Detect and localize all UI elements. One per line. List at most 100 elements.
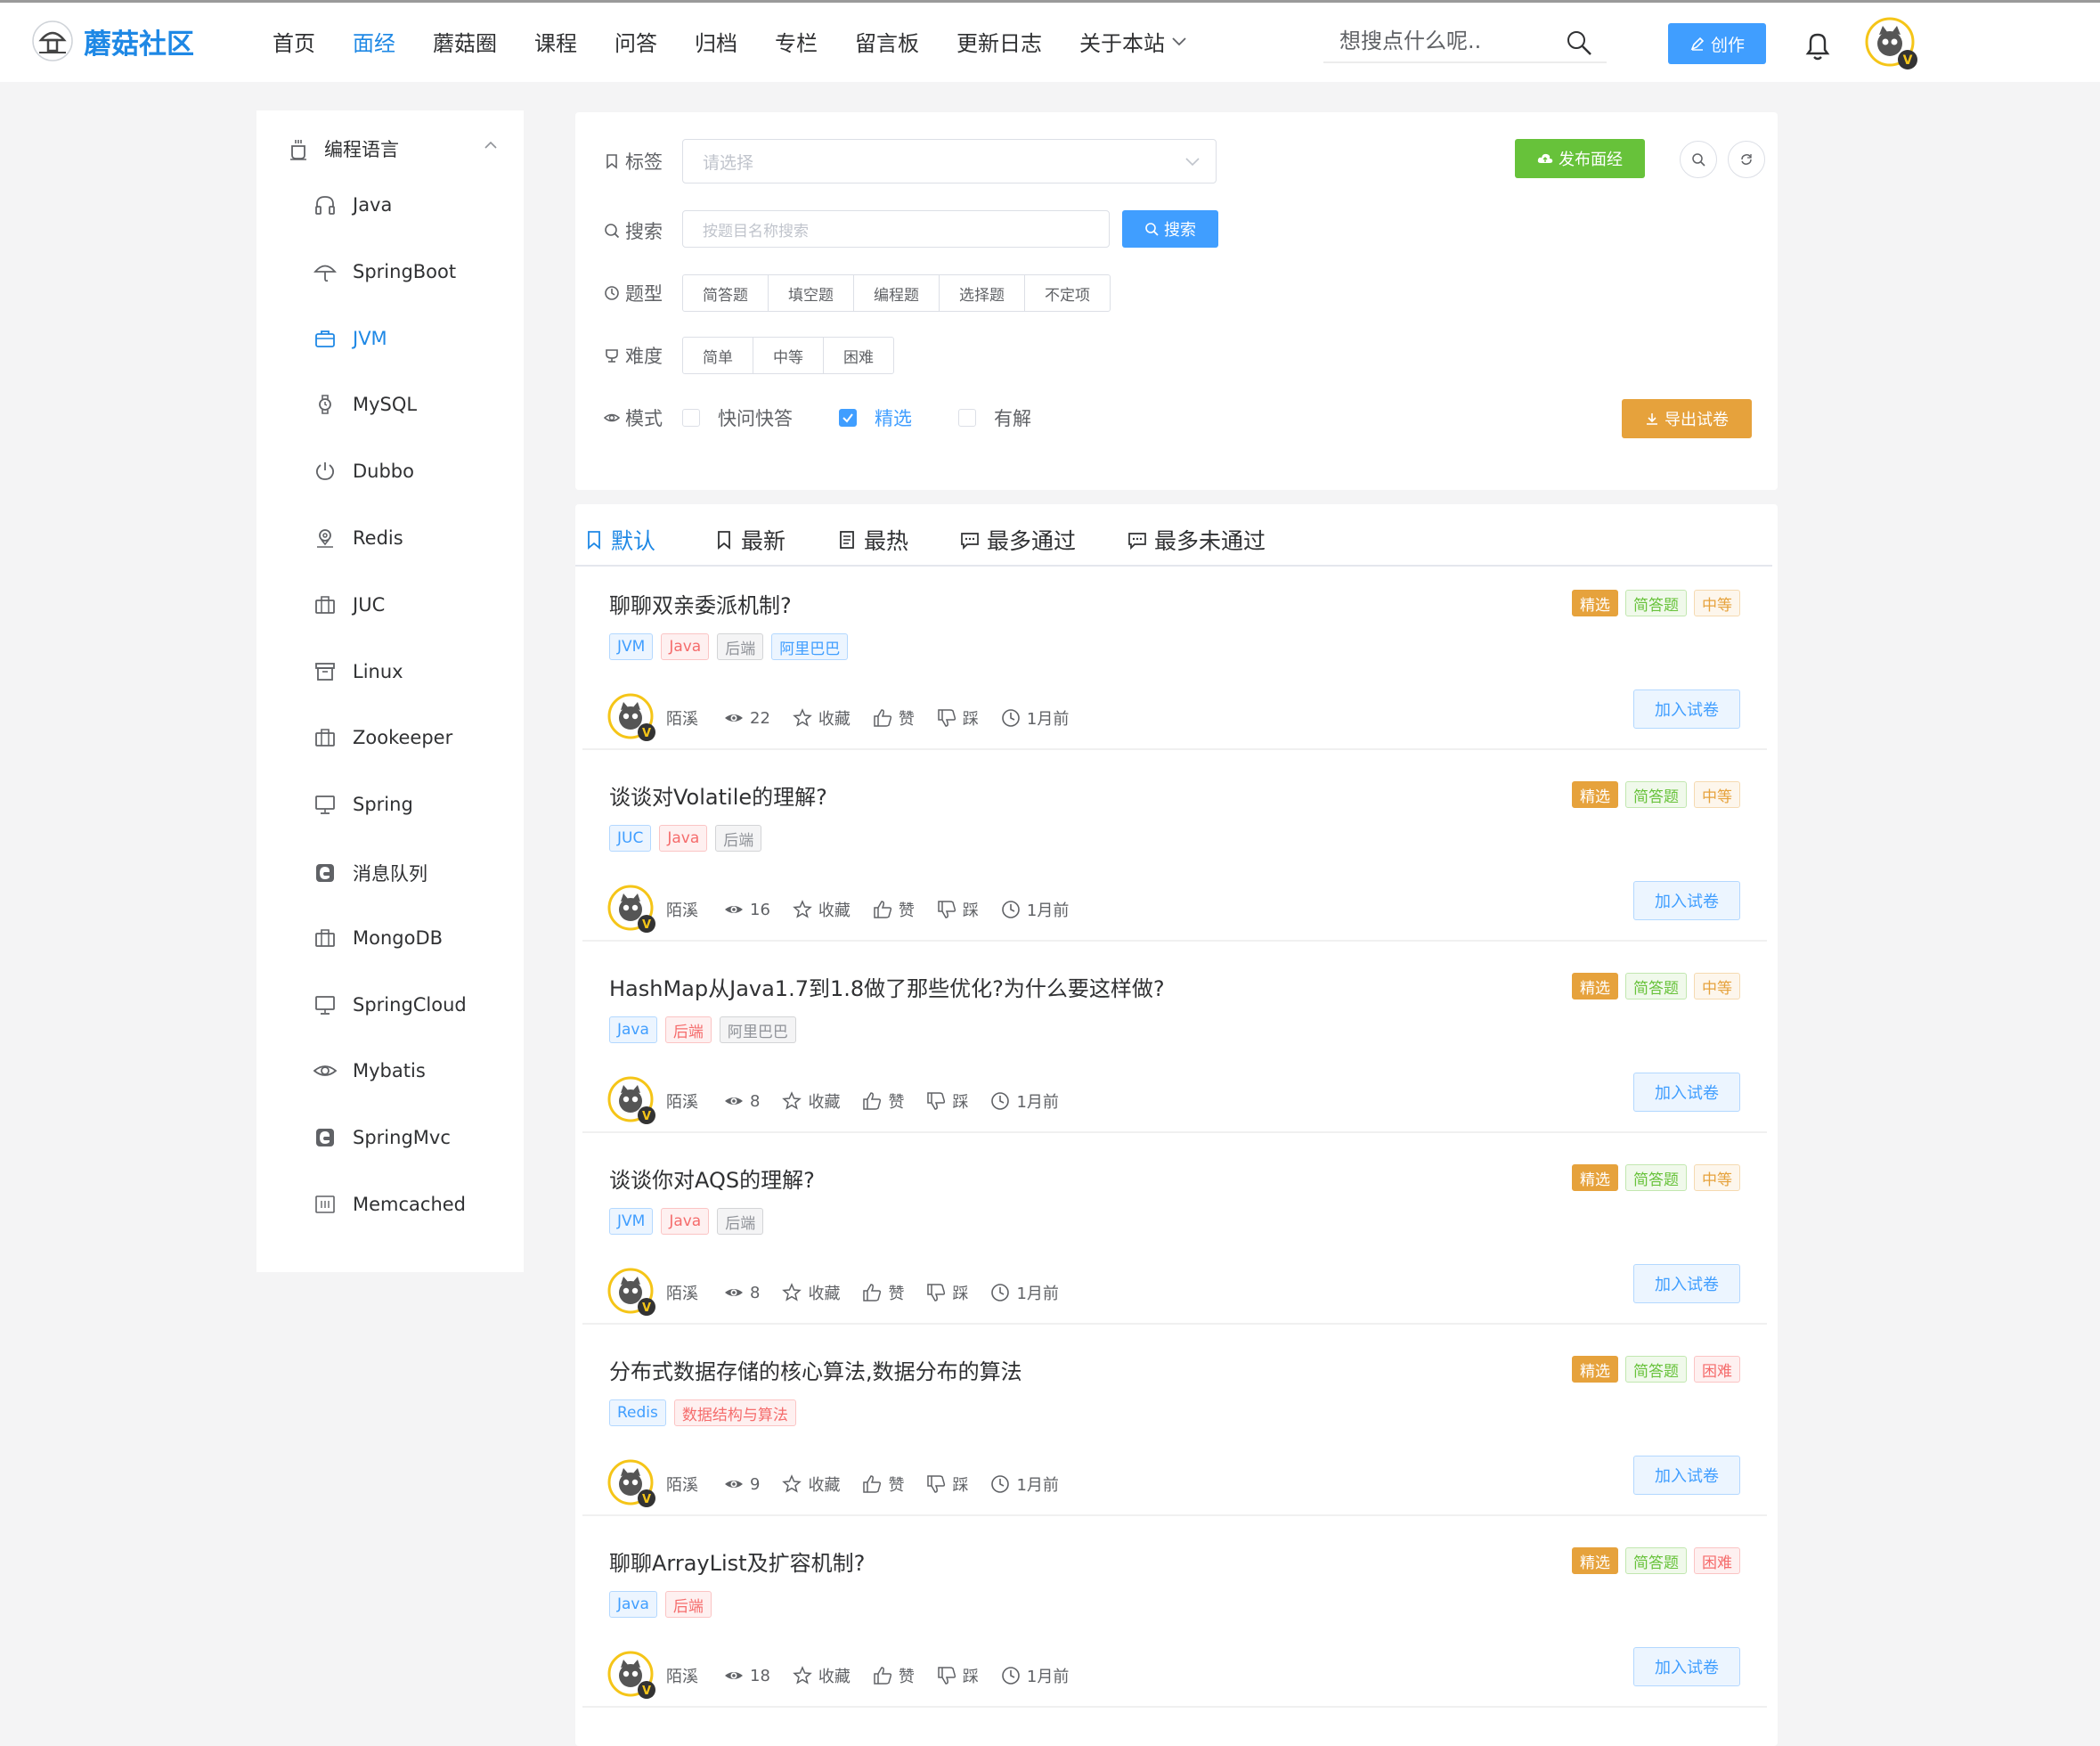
type-programming[interactable]: 编程题 [854,275,940,311]
dislike-button[interactable]: 踩 [925,1089,968,1113]
question-tag[interactable]: 后端 [664,1591,712,1618]
tab-default[interactable]: 默认 [584,524,655,556]
question-tag[interactable]: 后端 [715,825,762,852]
author-avatar[interactable]: V [607,1268,657,1318]
tab-most-failed[interactable]: 最多未通过 [1127,524,1266,556]
question-tag[interactable]: 阿里巴巴 [771,633,849,660]
author-name[interactable]: 陌溪 [666,1664,698,1687]
like-button[interactable]: 赞 [861,1473,904,1496]
question-tag[interactable]: JUC [609,825,652,852]
has-solution-label[interactable]: 有解 [994,404,1031,431]
sidebar-item-springcloud[interactable]: SpringCloud [313,993,467,1016]
nav-message-board[interactable]: 留言板 [855,26,919,57]
tag-select[interactable]: 请选择 [682,139,1217,184]
question-title[interactable]: 谈谈你对AQS的理解? [609,1163,815,1194]
question-tag[interactable]: 阿里巴巴 [719,1016,796,1043]
question-tag[interactable]: Java [661,633,710,660]
nav-changelog[interactable]: 更新日志 [956,26,1042,57]
sidebar-item-zookeeper[interactable]: Zookeeper [313,726,452,749]
type-choice[interactable]: 选择题 [940,275,1025,311]
notification-bell-icon[interactable] [1803,29,1833,61]
question-tag[interactable]: JVM [609,633,654,660]
author-name[interactable]: 陌溪 [666,706,698,730]
question-tag[interactable]: 后端 [664,1016,712,1043]
collect-button[interactable]: 收藏 [792,706,851,730]
dislike-button[interactable]: 踩 [936,706,979,730]
tab-latest[interactable]: 最新 [714,524,785,556]
difficulty-hard[interactable]: 困难 [824,338,893,373]
like-button[interactable]: 赞 [861,1089,904,1113]
question-tag[interactable]: 后端 [717,633,764,660]
nav-courses[interactable]: 课程 [534,26,577,57]
sidebar-item-linux[interactable]: Linux [313,660,403,683]
author-name[interactable]: 陌溪 [666,1281,698,1304]
sidebar-item-mongodb[interactable]: MongoDB [313,926,443,950]
sidebar-item-mysql[interactable]: MySQL [313,393,417,416]
question-tag[interactable]: Java [661,1208,710,1235]
question-tag[interactable]: Java [609,1016,657,1043]
sidebar-item-redis[interactable]: Redis [313,526,403,550]
collect-button[interactable]: 收藏 [792,898,851,921]
sidebar-item-mybatis[interactable]: Mybatis [313,1059,426,1082]
tab-hottest[interactable]: 最热 [837,524,908,556]
nav-mogu-circle[interactable]: 蘑菇圈 [433,26,497,57]
like-button[interactable]: 赞 [872,706,915,730]
question-tag[interactable]: 数据结构与算法 [673,1399,796,1426]
dislike-button[interactable]: 踩 [936,898,979,921]
add-to-paper-button[interactable]: 加入试卷 [1633,689,1740,729]
author-avatar[interactable]: V [607,1459,657,1509]
create-button[interactable]: 创作 [1668,23,1766,64]
sidebar-heading[interactable]: 编程语言 [289,135,497,162]
global-search-input[interactable] [1323,29,1546,53]
like-button[interactable]: 赞 [872,898,915,921]
sidebar-item-spring[interactable]: Spring [313,793,413,816]
author-name[interactable]: 陌溪 [666,898,698,921]
nav-column[interactable]: 专栏 [775,26,818,57]
add-to-paper-button[interactable]: 加入试卷 [1633,1647,1740,1686]
collect-button[interactable]: 收藏 [781,1089,840,1113]
question-tag[interactable]: Java [659,825,708,852]
add-to-paper-button[interactable]: 加入试卷 [1633,1456,1740,1495]
quick-answer-label[interactable]: 快问快答 [718,404,793,431]
sidebar-item-jvm[interactable]: JVM [313,327,387,350]
tab-most-passed[interactable]: 最多通过 [960,524,1076,556]
question-title[interactable]: 聊聊双亲委派机制? [609,588,792,619]
featured-label[interactable]: 精选 [875,404,912,431]
sidebar-item-juc[interactable]: JUC [313,593,385,616]
toggle-search-button[interactable] [1680,141,1717,178]
collect-button[interactable]: 收藏 [781,1281,840,1304]
dislike-button[interactable]: 踩 [925,1281,968,1304]
add-to-paper-button[interactable]: 加入试卷 [1633,1264,1740,1303]
question-tag[interactable]: Redis [609,1399,666,1426]
nav-interview[interactable]: 面经 [353,26,395,57]
question-tag[interactable]: 后端 [717,1208,764,1235]
quick-answer-checkbox[interactable] [682,409,700,427]
author-avatar[interactable]: V [607,885,657,934]
like-button[interactable]: 赞 [861,1281,904,1304]
nav-home[interactable]: 首页 [273,26,315,57]
has-solution-checkbox[interactable] [958,409,976,427]
nav-archive[interactable]: 归档 [695,26,737,57]
search-icon[interactable] [1566,29,1592,56]
featured-checkbox[interactable] [839,409,857,427]
collect-button[interactable]: 收藏 [781,1473,840,1496]
author-name[interactable]: 陌溪 [666,1473,698,1496]
add-to-paper-button[interactable]: 加入试卷 [1633,881,1740,920]
nav-qa[interactable]: 问答 [615,26,657,57]
question-title[interactable]: 谈谈对Volatile的理解? [609,779,827,811]
search-button[interactable]: 搜索 [1122,210,1218,248]
type-fill-blank[interactable]: 填空题 [769,275,854,311]
user-avatar[interactable]: V [1865,17,1918,70]
difficulty-easy[interactable]: 简单 [683,338,753,373]
question-tag[interactable]: Java [609,1591,657,1618]
difficulty-medium[interactable]: 中等 [753,338,824,373]
site-logo[interactable]: 蘑菇社区 [32,20,194,61]
nav-about-dropdown[interactable]: 关于本站 [1079,26,1186,57]
author-avatar[interactable]: V [607,1651,657,1701]
sidebar-item-springboot[interactable]: SpringBoot [313,260,456,283]
type-short-answer[interactable]: 简答题 [683,275,769,311]
collect-button[interactable]: 收藏 [792,1664,851,1687]
sidebar-item-springmvc[interactable]: SpringMvc [313,1126,451,1149]
export-paper-button[interactable]: 导出试卷 [1622,399,1752,438]
author-name[interactable]: 陌溪 [666,1089,698,1113]
